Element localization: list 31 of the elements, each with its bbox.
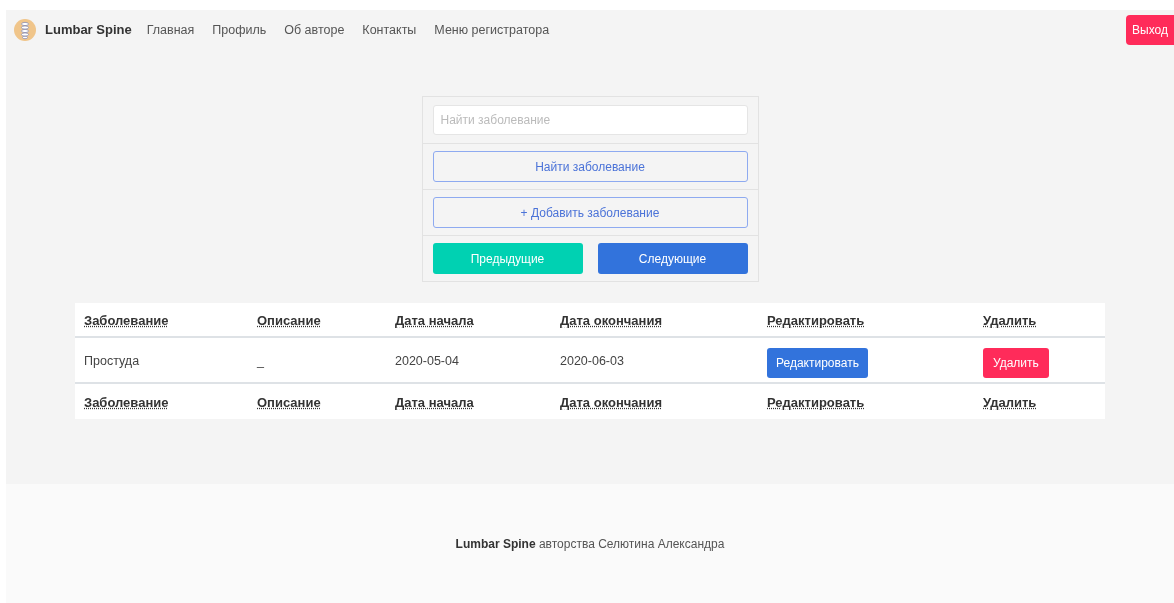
column-header: Редактировать	[767, 394, 865, 410]
add-disease-button[interactable]: + Добавить заболевание	[432, 197, 748, 228]
table-cell: _	[257, 354, 264, 368]
logout-button[interactable]: Выход	[1126, 15, 1174, 45]
table-cell: 2020-05-04	[395, 354, 459, 368]
column-header: Удалить	[983, 394, 1037, 410]
nav-link[interactable]: Об авторе	[284, 20, 345, 40]
nav-link[interactable]: Контакты	[362, 20, 417, 40]
edit-button[interactable]: Редактировать	[767, 347, 868, 378]
table-cell: Простуда	[84, 354, 140, 368]
column-header: Дата окончания	[560, 312, 662, 328]
nav-link[interactable]: Профиль	[212, 20, 267, 40]
nav-link[interactable]: Главная	[146, 20, 195, 40]
next-button[interactable]: Следующие	[597, 243, 748, 274]
nav-link[interactable]: Меню регистратора	[434, 20, 550, 40]
spine-logo-icon	[14, 19, 36, 41]
table-cell: 2020-06-03	[560, 354, 624, 368]
column-header: Описание	[257, 312, 321, 328]
column-header: Заболевание	[84, 312, 169, 328]
column-header: Редактировать	[767, 312, 865, 328]
find-button[interactable]: Найти заболевание	[432, 151, 748, 182]
column-header: Заболевание	[84, 394, 169, 410]
delete-button[interactable]: Удалить	[983, 347, 1049, 378]
search-field[interactable]: Найти заболевание	[432, 105, 748, 135]
column-header: Описание	[257, 394, 321, 410]
column-header: Удалить	[983, 312, 1037, 328]
brand-name[interactable]: Lumbar Spine	[45, 20, 132, 40]
column-header: Дата начала	[395, 312, 474, 328]
column-header: Дата начала	[395, 394, 474, 410]
footer-text: Lumbar Spine авторства Селютина Александра	[455, 535, 725, 553]
column-header: Дата окончания	[560, 394, 662, 410]
